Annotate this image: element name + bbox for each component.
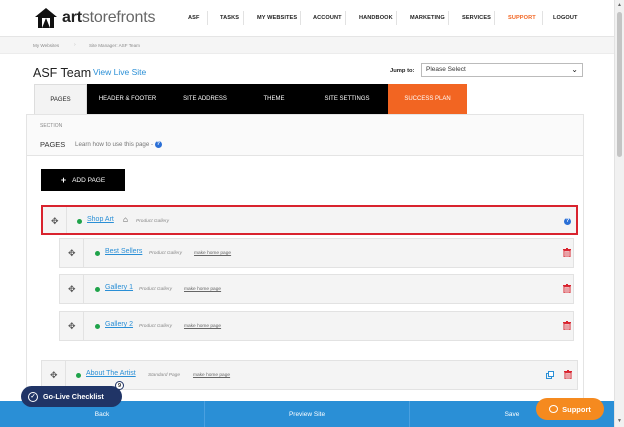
chat-bubble-icon	[549, 405, 559, 413]
page-row-gallery-1: ✥ Gallery 1 Product Gallery make home pa…	[59, 274, 574, 304]
move-icon: ✥	[51, 216, 59, 226]
drag-handle[interactable]: ✥	[42, 361, 66, 389]
logo-mark-icon	[35, 8, 57, 28]
page-type: Product Gallery	[136, 219, 170, 224]
add-page-button[interactable]: + ADD PAGE	[41, 169, 125, 191]
nav-separator	[448, 11, 449, 25]
help-icon[interactable]: ?	[564, 218, 571, 225]
jump-to-select[interactable]: Please Select ⌄	[421, 63, 583, 77]
nav-logout[interactable]: LOGOUT	[553, 15, 578, 21]
nav-separator	[494, 11, 495, 25]
move-icon: ✥	[50, 370, 58, 380]
move-icon: ✥	[68, 284, 76, 294]
nav-asf[interactable]: ASF	[188, 15, 200, 21]
move-icon: ✥	[68, 248, 76, 258]
page-type: Product Gallery	[149, 251, 183, 256]
drag-handle[interactable]: ✥	[60, 275, 84, 303]
page-scrollbar[interactable]: ▲ ▼	[614, 0, 624, 427]
jump-to-value: Please Select	[426, 66, 466, 73]
home-icon: ⌂	[123, 215, 128, 224]
help-icon[interactable]: ?	[154, 141, 162, 148]
page-link[interactable]: Gallery 1	[105, 284, 133, 291]
nav-marketing[interactable]: MARKETING	[410, 15, 445, 21]
brand-name-rest: storefronts	[81, 9, 156, 26]
make-home-page-link[interactable]: make home page	[194, 251, 231, 256]
breadcrumb: My Websites › Site Manager: ASF Team	[0, 37, 614, 54]
nav-separator	[243, 11, 244, 25]
nav-separator	[207, 11, 208, 25]
page-row-shop-art: ✥ Shop Art ⌂ Product Gallery ?	[41, 205, 578, 235]
breadcrumb-my-websites[interactable]: My Websites	[33, 43, 59, 48]
top-nav: artstorefronts ASF TASKS MY WEBSITES ACC…	[0, 0, 614, 37]
brand-logo[interactable]: artstorefronts	[34, 6, 155, 30]
nav-services[interactable]: SERVICES	[462, 15, 491, 21]
drag-handle[interactable]: ✥	[60, 239, 84, 267]
nav-support[interactable]: SUPPORT	[508, 15, 536, 21]
page-row-gallery-2: ✥ Gallery 2 Product Gallery make home pa…	[59, 311, 574, 341]
go-live-checklist-button[interactable]: ✓ Go-Live Checklist	[21, 386, 122, 407]
support-label: Support	[562, 404, 591, 414]
tab-success-plan[interactable]: SUCCESS PLAN	[388, 84, 467, 114]
status-dot-icon	[95, 251, 100, 256]
brand-name-art: art	[62, 9, 82, 26]
breadcrumb-separator: ›	[74, 42, 76, 48]
nav-separator	[542, 11, 543, 25]
page-type: Product Gallery	[139, 287, 173, 292]
move-icon: ✥	[68, 321, 76, 331]
nav-tasks[interactable]: TASKS	[220, 15, 239, 21]
page-link[interactable]: About The Artist	[86, 370, 136, 377]
jump-to-label: Jump to:	[390, 68, 415, 74]
tab-site-settings[interactable]: SITE SETTINGS	[306, 84, 388, 114]
tab-theme[interactable]: THEME	[242, 84, 306, 114]
nav-separator	[300, 11, 301, 25]
make-home-page-link[interactable]: make home page	[193, 373, 230, 378]
go-live-checklist-label: Go-Live Checklist	[43, 392, 104, 401]
trash-icon[interactable]	[563, 248, 571, 257]
brand-name: artstorefronts	[62, 9, 155, 27]
tab-pages[interactable]: PAGES	[34, 84, 87, 114]
nav-my-websites[interactable]: MY WEBSITES	[257, 15, 297, 21]
section-pages-label: PAGES	[40, 140, 66, 149]
page-link[interactable]: Gallery 2	[105, 321, 133, 328]
trash-icon[interactable]	[563, 321, 571, 330]
check-circle-icon: ✓	[28, 391, 38, 402]
page-type: Standard Page	[148, 373, 181, 378]
scrollbar-thumb[interactable]	[617, 12, 622, 157]
learn-how-link[interactable]: Learn how to use this page - ?	[75, 141, 162, 148]
preview-site-button[interactable]: Preview Site	[205, 401, 410, 427]
make-home-page-link[interactable]: make home page	[184, 287, 221, 292]
status-dot-icon	[76, 373, 81, 378]
nav-account[interactable]: ACCOUNT	[313, 15, 342, 21]
breadcrumb-site-manager: Site Manager: ASF Team	[89, 43, 140, 48]
status-dot-icon	[77, 219, 82, 224]
tab-site-address[interactable]: SITE ADDRESS	[168, 84, 242, 114]
drag-handle[interactable]: ✥	[60, 312, 84, 340]
trash-icon[interactable]	[563, 284, 571, 293]
chevron-down-icon: ⌄	[571, 65, 578, 74]
add-page-label: ADD PAGE	[72, 176, 106, 184]
status-dot-icon	[95, 324, 100, 329]
drag-handle[interactable]: ✥	[43, 207, 67, 233]
copy-icon[interactable]	[546, 371, 554, 379]
page-type: Product Gallery	[139, 324, 173, 329]
nav-handbook[interactable]: HANDBOOK	[359, 15, 393, 21]
plus-icon: +	[60, 175, 67, 185]
view-live-site-link[interactable]: View Live Site	[93, 67, 146, 77]
learn-how-text: Learn how to use this page -	[75, 141, 154, 149]
status-dot-icon	[95, 287, 100, 292]
checklist-count-badge: 9	[115, 381, 124, 390]
page-title: ASF Team	[33, 66, 92, 80]
trash-icon[interactable]	[564, 370, 572, 379]
page-link[interactable]: Best Sellers	[105, 248, 142, 255]
scroll-up-icon[interactable]: ▲	[617, 2, 622, 8]
page-link[interactable]: Shop Art	[87, 216, 114, 223]
support-chat-button[interactable]: Support	[536, 398, 604, 420]
scroll-down-icon[interactable]: ▼	[617, 418, 622, 424]
make-home-page-link[interactable]: make home page	[184, 324, 221, 329]
tab-header-footer[interactable]: HEADER & FOOTER	[87, 84, 168, 114]
nav-separator	[396, 11, 397, 25]
section-label: SECTION	[40, 123, 63, 129]
nav-separator	[345, 11, 346, 25]
page-row-best-sellers: ✥ Best Sellers Product Gallery make home…	[59, 238, 574, 268]
